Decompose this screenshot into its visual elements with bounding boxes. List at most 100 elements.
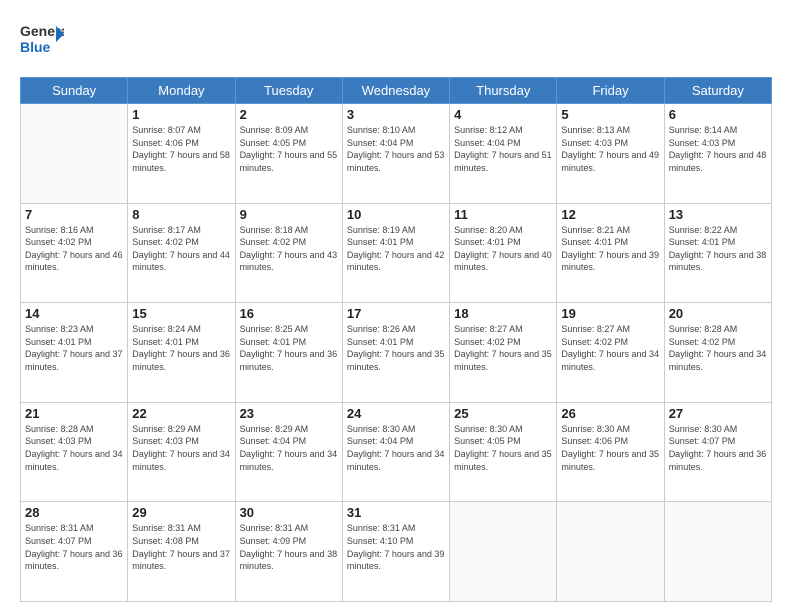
- header: General Blue: [20, 18, 772, 67]
- day-info: Sunrise: 8:25 AMSunset: 4:01 PMDaylight:…: [240, 323, 338, 373]
- day-number: 6: [669, 107, 767, 122]
- calendar-day-cell: 30Sunrise: 8:31 AMSunset: 4:09 PMDayligh…: [235, 502, 342, 602]
- calendar-day-cell: [21, 104, 128, 204]
- day-number: 19: [561, 306, 659, 321]
- calendar-day-cell: 28 Sunrise: 8:31 AMSunset: 4:07 PMDayligh…: [21, 502, 128, 602]
- day-info: Sunrise: 8:20 AMSunset: 4:01 PMDaylight:…: [454, 224, 552, 274]
- day-of-week-header: Tuesday: [235, 78, 342, 104]
- day-number: 5: [561, 107, 659, 122]
- calendar-day-cell: [557, 502, 664, 602]
- calendar-day-cell: [664, 502, 771, 602]
- day-number: 26: [561, 406, 659, 421]
- day-info: Sunrise: 8:23 AMSunset: 4:01 PMDaylight:…: [25, 323, 123, 373]
- logo: General Blue: [20, 18, 64, 67]
- day-of-week-header: Sunday: [21, 78, 128, 104]
- day-info: Sunrise: 8:27 AMSunset: 4:02 PMDaylight:…: [454, 323, 552, 373]
- calendar-day-cell: 1 Sunrise: 8:07 AMSunset: 4:06 PMDaylight…: [128, 104, 235, 204]
- day-number: 18: [454, 306, 552, 321]
- calendar-day-cell: 6 Sunrise: 8:14 AMSunset: 4:03 PMDaylight…: [664, 104, 771, 204]
- day-info: Sunrise: 8:31 AMSunset: 4:07 PMDaylight:…: [25, 522, 123, 572]
- day-info: Sunrise: 8:29 AMSunset: 4:04 PMDaylight:…: [240, 423, 338, 473]
- svg-text:Blue: Blue: [20, 39, 51, 55]
- calendar-day-cell: 10 Sunrise: 8:19 AMSunset: 4:01 PMDayligh…: [342, 203, 449, 303]
- day-info: Sunrise: 8:26 AMSunset: 4:01 PMDaylight:…: [347, 323, 445, 373]
- day-number: 28: [25, 505, 123, 520]
- calendar-day-cell: 26 Sunrise: 8:30 AMSunset: 4:06 PMDayligh…: [557, 402, 664, 502]
- day-number: 12: [561, 207, 659, 222]
- calendar-day-cell: 15 Sunrise: 8:24 AMSunset: 4:01 PMDayligh…: [128, 303, 235, 403]
- calendar-day-cell: 3Sunrise: 8:10 AMSunset: 4:04 PMDaylight…: [342, 104, 449, 204]
- calendar-day-cell: 16 Sunrise: 8:25 AMSunset: 4:01 PMDayligh…: [235, 303, 342, 403]
- calendar-day-cell: 31 Sunrise: 8:31 AMSunset: 4:10 PMDayligh…: [342, 502, 449, 602]
- calendar-day-cell: [450, 502, 557, 602]
- day-number: 4: [454, 107, 552, 122]
- calendar-day-cell: 22 Sunrise: 8:29 AMSunset: 4:03 PMDayligh…: [128, 402, 235, 502]
- day-info: Sunrise: 8:28 AMSunset: 4:03 PMDaylight:…: [25, 423, 123, 473]
- day-info: Sunrise: 8:31 AMSunset: 4:08 PMDaylight:…: [132, 522, 230, 572]
- day-number: 2: [240, 107, 338, 122]
- calendar-page: General Blue SundayMondayTuesdayWednesda…: [0, 0, 792, 612]
- day-number: 20: [669, 306, 767, 321]
- calendar-day-cell: 14 Sunrise: 8:23 AMSunset: 4:01 PMDayligh…: [21, 303, 128, 403]
- day-info: Sunrise: 8:24 AMSunset: 4:01 PMDaylight:…: [132, 323, 230, 373]
- day-info: Sunrise: 8:21 AMSunset: 4:01 PMDaylight:…: [561, 224, 659, 274]
- calendar-day-cell: 13Sunrise: 8:22 AMSunset: 4:01 PMDayligh…: [664, 203, 771, 303]
- calendar-table: SundayMondayTuesdayWednesdayThursdayFrid…: [20, 77, 772, 602]
- day-number: 31: [347, 505, 445, 520]
- day-of-week-header: Saturday: [664, 78, 771, 104]
- day-info: Sunrise: 8:13 AMSunset: 4:03 PMDaylight:…: [561, 124, 659, 174]
- day-info: Sunrise: 8:30 AMSunset: 4:06 PMDaylight:…: [561, 423, 659, 473]
- calendar-week-row: 21 Sunrise: 8:28 AMSunset: 4:03 PMDayligh…: [21, 402, 772, 502]
- day-info: Sunrise: 8:22 AMSunset: 4:01 PMDaylight:…: [669, 224, 767, 274]
- day-number: 17: [347, 306, 445, 321]
- day-number: 15: [132, 306, 230, 321]
- day-number: 23: [240, 406, 338, 421]
- calendar-day-cell: 20 Sunrise: 8:28 AMSunset: 4:02 PMDayligh…: [664, 303, 771, 403]
- day-info: Sunrise: 8:30 AMSunset: 4:05 PMDaylight:…: [454, 423, 552, 473]
- calendar-day-cell: 12 Sunrise: 8:21 AMSunset: 4:01 PMDayligh…: [557, 203, 664, 303]
- day-of-week-header: Wednesday: [342, 78, 449, 104]
- day-number: 10: [347, 207, 445, 222]
- calendar-week-row: 1 Sunrise: 8:07 AMSunset: 4:06 PMDaylight…: [21, 104, 772, 204]
- day-info: Sunrise: 8:07 AMSunset: 4:06 PMDaylight:…: [132, 124, 230, 174]
- day-info: Sunrise: 8:19 AMSunset: 4:01 PMDaylight:…: [347, 224, 445, 274]
- logo-icon: General Blue: [20, 18, 64, 62]
- day-info: Sunrise: 8:12 AMSunset: 4:04 PMDaylight:…: [454, 124, 552, 174]
- calendar-day-cell: 11 Sunrise: 8:20 AMSunset: 4:01 PMDayligh…: [450, 203, 557, 303]
- day-of-week-header: Monday: [128, 78, 235, 104]
- calendar-header-row: SundayMondayTuesdayWednesdayThursdayFrid…: [21, 78, 772, 104]
- calendar-week-row: 14 Sunrise: 8:23 AMSunset: 4:01 PMDayligh…: [21, 303, 772, 403]
- day-info: Sunrise: 8:10 AMSunset: 4:04 PMDaylight:…: [347, 124, 445, 174]
- day-info: Sunrise: 8:09 AMSunset: 4:05 PMDaylight:…: [240, 124, 338, 174]
- day-number: 11: [454, 207, 552, 222]
- calendar-day-cell: 27Sunrise: 8:30 AMSunset: 4:07 PMDayligh…: [664, 402, 771, 502]
- day-info: Sunrise: 8:17 AMSunset: 4:02 PMDaylight:…: [132, 224, 230, 274]
- day-info: Sunrise: 8:30 AMSunset: 4:04 PMDaylight:…: [347, 423, 445, 473]
- day-number: 14: [25, 306, 123, 321]
- calendar-day-cell: 4 Sunrise: 8:12 AMSunset: 4:04 PMDaylight…: [450, 104, 557, 204]
- day-number: 16: [240, 306, 338, 321]
- day-number: 9: [240, 207, 338, 222]
- day-number: 27: [669, 406, 767, 421]
- day-number: 22: [132, 406, 230, 421]
- day-number: 7: [25, 207, 123, 222]
- calendar-day-cell: 25Sunrise: 8:30 AMSunset: 4:05 PMDayligh…: [450, 402, 557, 502]
- calendar-day-cell: 17 Sunrise: 8:26 AMSunset: 4:01 PMDayligh…: [342, 303, 449, 403]
- day-info: Sunrise: 8:28 AMSunset: 4:02 PMDaylight:…: [669, 323, 767, 373]
- day-info: Sunrise: 8:16 AMSunset: 4:02 PMDaylight:…: [25, 224, 123, 274]
- day-info: Sunrise: 8:14 AMSunset: 4:03 PMDaylight:…: [669, 124, 767, 174]
- calendar-day-cell: 5 Sunrise: 8:13 AMSunset: 4:03 PMDaylight…: [557, 104, 664, 204]
- calendar-day-cell: 21 Sunrise: 8:28 AMSunset: 4:03 PMDayligh…: [21, 402, 128, 502]
- day-number: 21: [25, 406, 123, 421]
- day-info: Sunrise: 8:18 AMSunset: 4:02 PMDaylight:…: [240, 224, 338, 274]
- calendar-day-cell: 23 Sunrise: 8:29 AMSunset: 4:04 PMDayligh…: [235, 402, 342, 502]
- day-info: Sunrise: 8:31 AMSunset: 4:10 PMDaylight:…: [347, 522, 445, 572]
- calendar-day-cell: 19Sunrise: 8:27 AMSunset: 4:02 PMDayligh…: [557, 303, 664, 403]
- calendar-day-cell: 7 Sunrise: 8:16 AMSunset: 4:02 PMDaylight…: [21, 203, 128, 303]
- calendar-day-cell: 24Sunrise: 8:30 AMSunset: 4:04 PMDayligh…: [342, 402, 449, 502]
- calendar-week-row: 7 Sunrise: 8:16 AMSunset: 4:02 PMDaylight…: [21, 203, 772, 303]
- day-number: 8: [132, 207, 230, 222]
- day-number: 1: [132, 107, 230, 122]
- day-info: Sunrise: 8:29 AMSunset: 4:03 PMDaylight:…: [132, 423, 230, 473]
- day-number: 29: [132, 505, 230, 520]
